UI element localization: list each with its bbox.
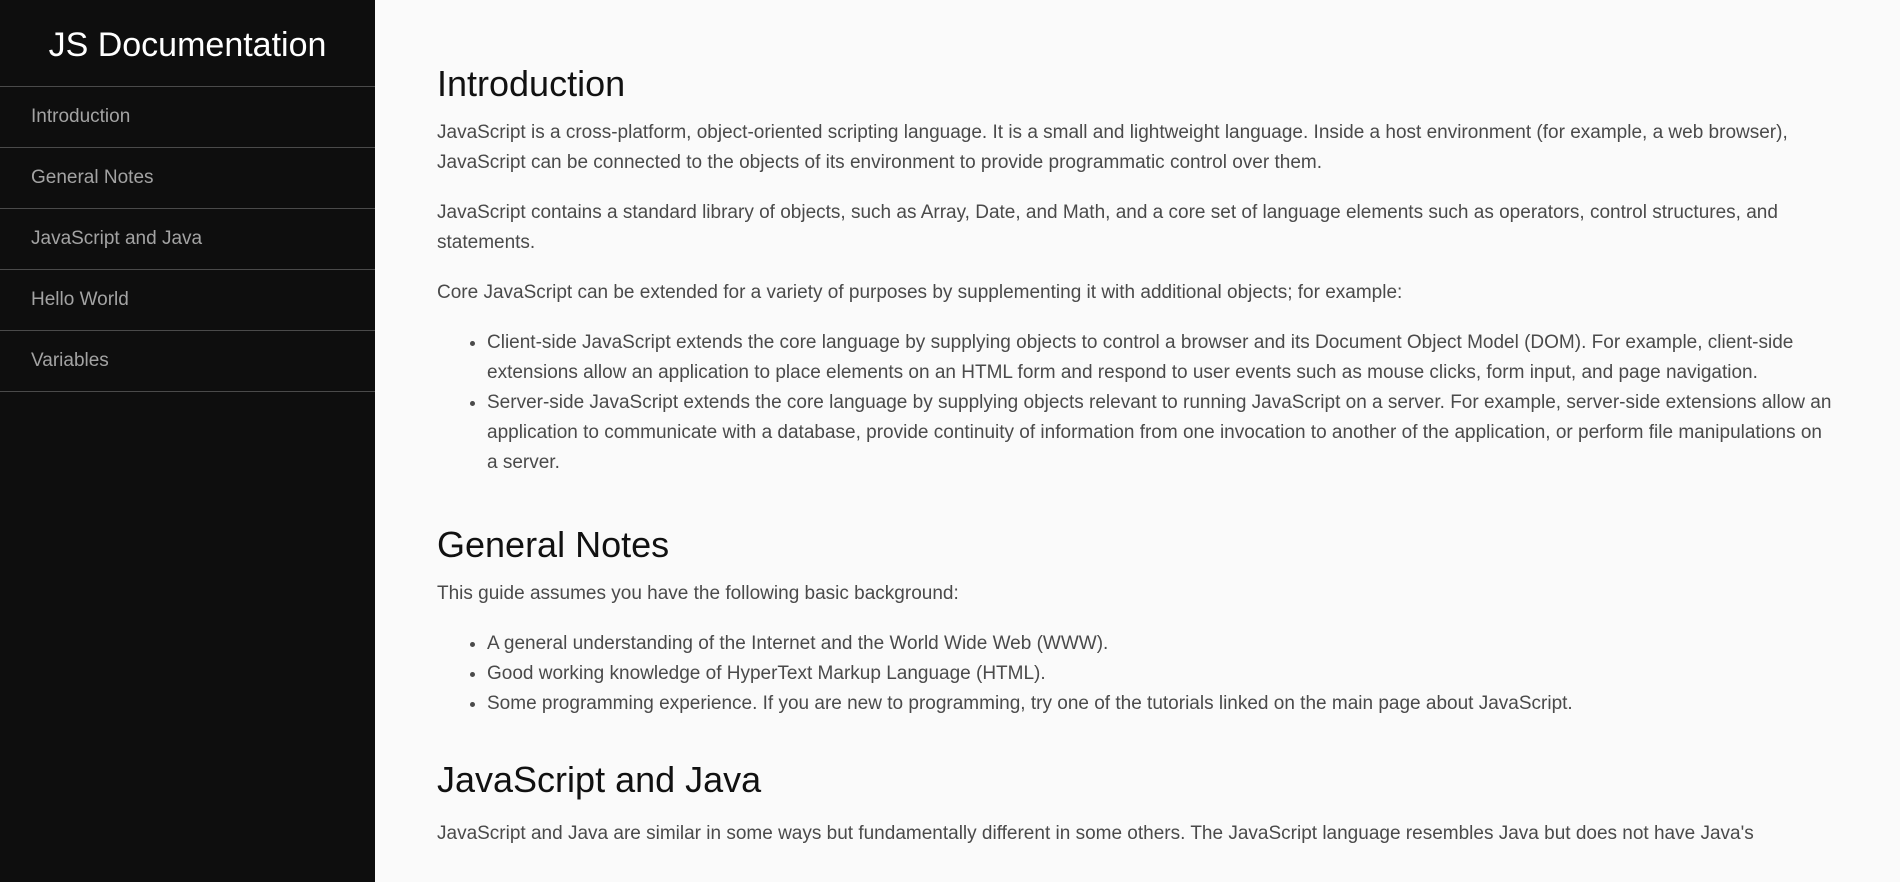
bullet-list: Client-side JavaScript extends the core … bbox=[437, 328, 1832, 478]
nav-title: JS Documentation bbox=[0, 0, 375, 87]
paragraph: This guide assumes you have the followin… bbox=[437, 583, 959, 604]
paragraph: JavaScript and Java are similar in some … bbox=[437, 823, 1754, 844]
section-introduction: Introduction JavaScript is a cross-platf… bbox=[375, 0, 1900, 478]
list-item: Client-side JavaScript extends the core … bbox=[487, 328, 1832, 388]
paragraph: JavaScript is a cross-platform, object-o… bbox=[437, 122, 1788, 173]
nav-list-item: General Notes bbox=[0, 148, 375, 209]
nav-link-variables[interactable]: Variables bbox=[0, 331, 375, 391]
nav-list-item: Hello World bbox=[0, 270, 375, 331]
section-heading: JavaScript and Java bbox=[437, 759, 762, 800]
nav-list-item: JavaScript and Java bbox=[0, 209, 375, 270]
section-general-notes: General Notes This guide assumes you hav… bbox=[375, 478, 1900, 719]
bullet-list: A general understanding of the Internet … bbox=[437, 629, 1832, 719]
nav-list: Introduction General Notes JavaScript an… bbox=[0, 87, 375, 392]
nav-link-javascript-and-java[interactable]: JavaScript and Java bbox=[0, 209, 375, 269]
nav-link-introduction[interactable]: Introduction bbox=[0, 87, 375, 147]
paragraph: JavaScript contains a standard library o… bbox=[437, 202, 1778, 253]
section-heading: Introduction bbox=[437, 63, 626, 104]
list-item: A general understanding of the Internet … bbox=[487, 629, 1832, 659]
nav-list-item: Variables bbox=[0, 331, 375, 392]
section-javascript-and-java: JavaScript and Java JavaScript and Java … bbox=[375, 719, 1900, 849]
list-item: Some programming experience. If you are … bbox=[487, 689, 1832, 719]
paragraph: Core JavaScript can be extended for a va… bbox=[437, 282, 1403, 303]
list-item: Good working knowledge of HyperText Mark… bbox=[487, 659, 1832, 689]
nav-link-hello-world[interactable]: Hello World bbox=[0, 270, 375, 330]
main-document[interactable]: Introduction JavaScript is a cross-platf… bbox=[375, 0, 1900, 882]
nav-link-general-notes[interactable]: General Notes bbox=[0, 148, 375, 208]
sidebar-nav: JS Documentation Introduction General No… bbox=[0, 0, 375, 882]
list-item: Server-side JavaScript extends the core … bbox=[487, 388, 1832, 478]
section-heading: General Notes bbox=[437, 524, 670, 565]
nav-list-item: Introduction bbox=[0, 87, 375, 148]
